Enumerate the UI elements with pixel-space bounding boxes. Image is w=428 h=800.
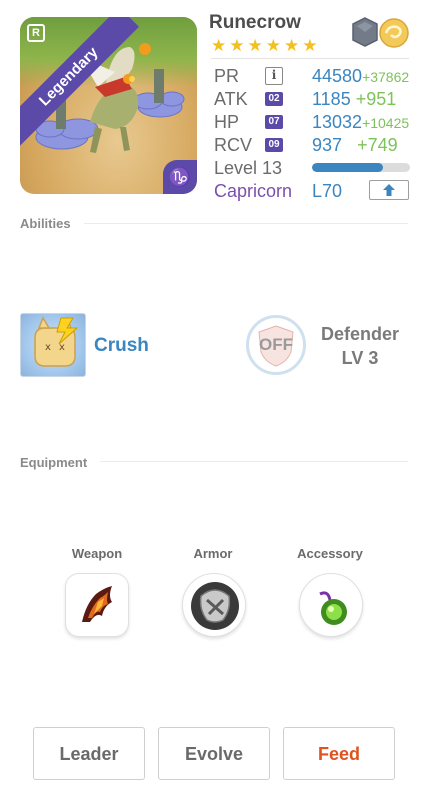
info-icon[interactable]: i [265,67,283,85]
level-text: Level 13 [214,158,283,178]
abilities-section-title: Abilities [20,216,71,231]
monster-name: Runecrow [209,12,301,33]
armor-icon [191,582,239,630]
svg-text:x: x [45,342,51,353]
weapon-icon [82,586,112,622]
stat-label: RCV [214,135,253,155]
passive-ability: Defender LV 3 [316,322,404,370]
sign-row: Capricorn L70 [214,180,342,202]
stat-bonus: +37862 [362,69,410,85]
stat-value: 1185 +951 [312,89,397,109]
stat-value: 937 +749 [312,135,398,155]
star-icon: ★ [229,36,245,55]
level-row: Level 13 [214,157,282,179]
stat-bonus: +10425 [362,115,410,131]
sign-level: L70 [312,181,343,201]
leader-button[interactable]: Leader [33,727,145,780]
stat-value: 44580+37862 [312,66,410,86]
stat-bonus: +749 [357,135,398,155]
upgrade-button[interactable] [369,180,409,200]
crush-ability-icon: x x [34,316,79,367]
star-rating: ★ ★ ★ ★ ★ ★ [211,37,318,54]
wind-element-icon [379,18,409,48]
star-icon: ★ [211,36,227,55]
armor-label: Armor [193,546,233,561]
weapon-slot[interactable] [65,573,129,637]
passive-level: LV 3 [341,348,379,368]
header-divider [211,58,409,59]
toggle-state: OFF [259,335,293,354]
ability-name[interactable]: Crush [94,335,149,357]
stat-bonus: +951 [355,89,397,109]
element-icons [352,17,409,48]
zodiac-sign-name: Capricorn [214,181,293,201]
star-icon: ★ [302,36,318,55]
weapon-label: Weapon [71,546,123,561]
arrow-up-icon [383,184,395,196]
stat-rank-badge: 09 [265,138,283,152]
accessory-label: Accessory [297,546,363,561]
abilities-divider [84,223,408,224]
rock-element-icon [352,17,378,47]
star-icon: ★ [284,36,300,55]
monster-portrait[interactable]: Legendary R ♑ [20,17,197,194]
stat-rank-badge: 02 [265,92,283,106]
stat-label: ATK [214,89,248,109]
armor-slot[interactable] [182,573,246,637]
equipment-section-title: Equipment [20,455,88,470]
stat-label: HP [214,112,240,132]
stat-label: PR [214,66,240,86]
star-icon: ★ [247,36,263,55]
stat-value: 13032+10425 [312,112,410,132]
ability-icon[interactable]: x x [20,313,86,377]
feed-button[interactable]: Feed [283,727,395,780]
ability-toggle[interactable]: OFF [246,315,306,375]
zodiac-icon: ♑ [163,160,197,194]
passive-name: Defender [320,324,400,344]
xp-progress-fill [312,163,383,172]
star-icon: ★ [265,36,281,55]
evolve-button[interactable]: Evolve [158,727,270,780]
accessory-icon [319,591,347,625]
equipment-divider [100,461,408,462]
rank-badge: R [27,24,45,42]
xp-progress-bar [312,163,410,172]
stat-rank-badge: 07 [265,115,283,129]
accessory-slot[interactable] [299,573,363,637]
